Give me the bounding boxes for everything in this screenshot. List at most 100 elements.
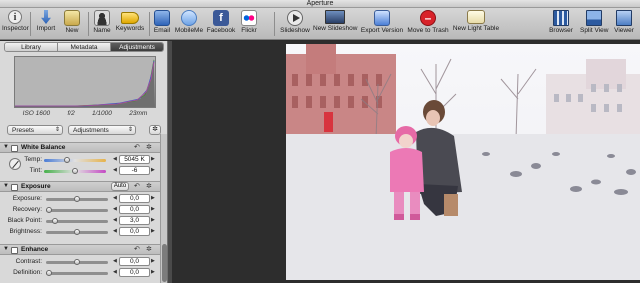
slideshow-screen-icon <box>325 10 345 24</box>
viewer-button[interactable]: Viewer <box>610 9 638 39</box>
stepper-right-icon[interactable]: ▶ <box>151 217 155 223</box>
stepper-right-icon[interactable]: ▶ <box>151 258 155 264</box>
enhance-title: Enhance <box>21 246 49 253</box>
black-point-slider-knob[interactable] <box>52 218 58 224</box>
exposure-row-label: Exposure: <box>12 195 42 202</box>
info-icon: i <box>8 10 22 24</box>
exif-iso: ISO 1600 <box>22 110 51 117</box>
toolbar-separator <box>149 12 150 36</box>
new-button[interactable]: New <box>60 9 84 39</box>
tint-value-field[interactable]: -6 <box>119 166 150 175</box>
split-view-button[interactable]: Split View <box>580 9 608 39</box>
recovery-slider-knob[interactable] <box>46 207 52 213</box>
toolbar-separator <box>30 12 31 36</box>
mobileme-button[interactable]: MobileMe <box>174 9 204 39</box>
stepper-left-icon[interactable]: ◀ <box>113 156 117 162</box>
tab-library[interactable]: Library <box>5 43 58 51</box>
viewer-icon <box>616 10 632 26</box>
reset-icon[interactable]: ↶ <box>134 182 140 190</box>
disclosure-triangle-icon[interactable]: ▼ <box>3 246 9 252</box>
popup-arrows-icon: ⇕ <box>54 127 60 133</box>
black-point-value-field[interactable]: 3,0 <box>119 216 150 225</box>
stepper-left-icon[interactable]: ◀ <box>113 269 117 275</box>
stepper-left-icon[interactable]: ◀ <box>113 195 117 201</box>
export-version-button[interactable]: Export Version <box>360 9 404 39</box>
inspector-button[interactable]: i Inspector <box>2 9 29 39</box>
brightness-slider-knob[interactable] <box>74 229 80 235</box>
split-view-icon <box>586 10 602 26</box>
stepper-right-icon[interactable]: ▶ <box>151 195 155 201</box>
new-slideshow-button[interactable]: New Slideshow <box>313 9 357 39</box>
stepper-right-icon[interactable]: ▶ <box>151 228 155 234</box>
exposure-auto-button[interactable]: Auto <box>111 182 129 191</box>
disclosure-triangle-icon[interactable]: ▼ <box>3 144 9 150</box>
move-to-trash-button[interactable]: – Move to Trash <box>407 9 449 39</box>
temp-slider[interactable] <box>44 159 106 162</box>
play-icon <box>287 10 303 26</box>
gear-icon[interactable]: ✲ <box>146 245 152 253</box>
stepper-left-icon[interactable]: ◀ <box>113 228 117 234</box>
tab-metadata[interactable]: Metadata <box>58 43 111 51</box>
gear-icon[interactable]: ✲ <box>146 182 152 190</box>
stepper-right-icon[interactable]: ▶ <box>151 206 155 212</box>
tab-adjustments[interactable]: Adjustments <box>111 43 163 51</box>
exposure-slider-knob[interactable] <box>74 196 80 202</box>
stepper-left-icon[interactable]: ◀ <box>113 217 117 223</box>
inspector-scrollbar[interactable] <box>160 134 167 283</box>
delete-icon: – <box>420 10 436 26</box>
temp-slider-knob[interactable] <box>64 157 70 163</box>
inspector-scroll-thumb[interactable] <box>162 244 167 282</box>
adjustments-label: Adjustments <box>73 127 109 134</box>
presets-popup[interactable]: Presets ⇕ <box>7 125 63 135</box>
contrast-value-field[interactable]: 0,0 <box>119 257 150 266</box>
contrast-row-label: Contrast: <box>15 258 42 265</box>
gear-icon[interactable]: ✲ <box>146 143 152 151</box>
histogram <box>14 56 156 108</box>
flickr-button[interactable]: Flickr <box>238 9 260 39</box>
reset-icon[interactable]: ↶ <box>134 245 140 253</box>
enhance-checkbox[interactable] <box>11 247 18 254</box>
recovery-value-field[interactable]: 0,0 <box>119 205 150 214</box>
exposure-checkbox[interactable] <box>11 184 18 191</box>
stepper-right-icon[interactable]: ▶ <box>151 269 155 275</box>
name-button[interactable]: Name <box>90 9 114 39</box>
keywords-button[interactable]: Keywords <box>115 9 145 39</box>
white-balance-checkbox[interactable] <box>11 145 18 152</box>
stamp-icon <box>154 10 170 26</box>
facebook-icon: f <box>213 10 229 26</box>
new-project-icon <box>64 10 80 26</box>
definition-value-field[interactable]: 0,0 <box>119 268 150 277</box>
import-button[interactable]: Import <box>34 9 58 39</box>
flickr-icon <box>241 10 257 26</box>
aperture-window: Aperture i Inspector Import New Name Key… <box>0 0 640 283</box>
inspector-tabs: Library Metadata Adjustments <box>4 42 164 52</box>
exposure-value-field[interactable]: 0,0 <box>119 194 150 203</box>
browser-button[interactable]: Browser <box>548 9 574 39</box>
facebook-button[interactable]: f Facebook <box>206 9 236 39</box>
new-light-table-button[interactable]: New Light Table <box>452 9 500 39</box>
temp-value-field[interactable]: 5045 K <box>119 155 150 164</box>
recovery-slider[interactable] <box>46 209 108 212</box>
slideshow-button[interactable]: Slideshow <box>280 9 310 39</box>
adjustments-popup[interactable]: Adjustments ⇕ <box>68 125 136 135</box>
stepper-left-icon[interactable]: ◀ <box>113 167 117 173</box>
exposure-header: ▼ Exposure Auto ↶ ✲ <box>0 181 160 192</box>
reset-icon[interactable]: ↶ <box>134 143 140 151</box>
photo-image[interactable] <box>286 44 640 280</box>
stepper-left-icon[interactable]: ◀ <box>113 206 117 212</box>
tint-slider-knob[interactable] <box>72 168 78 174</box>
brightness-value-field[interactable]: 0,0 <box>119 227 150 236</box>
inspector-panel: Library Metadata Adjustments ISO 1600 f/… <box>0 41 168 283</box>
definition-slider[interactable] <box>46 272 108 275</box>
contrast-slider-knob[interactable] <box>74 259 80 265</box>
window-title: Aperture <box>0 0 640 8</box>
stepper-left-icon[interactable]: ◀ <box>113 258 117 264</box>
white-balance-title: White Balance <box>21 144 66 151</box>
cloud-icon <box>181 10 197 26</box>
disclosure-triangle-icon[interactable]: ▼ <box>3 183 9 189</box>
definition-slider-knob[interactable] <box>46 270 52 276</box>
exposure-title: Exposure <box>21 183 51 190</box>
email-button[interactable]: Email <box>152 9 172 39</box>
stepper-right-icon[interactable]: ▶ <box>151 167 155 173</box>
stepper-right-icon[interactable]: ▶ <box>151 156 155 162</box>
